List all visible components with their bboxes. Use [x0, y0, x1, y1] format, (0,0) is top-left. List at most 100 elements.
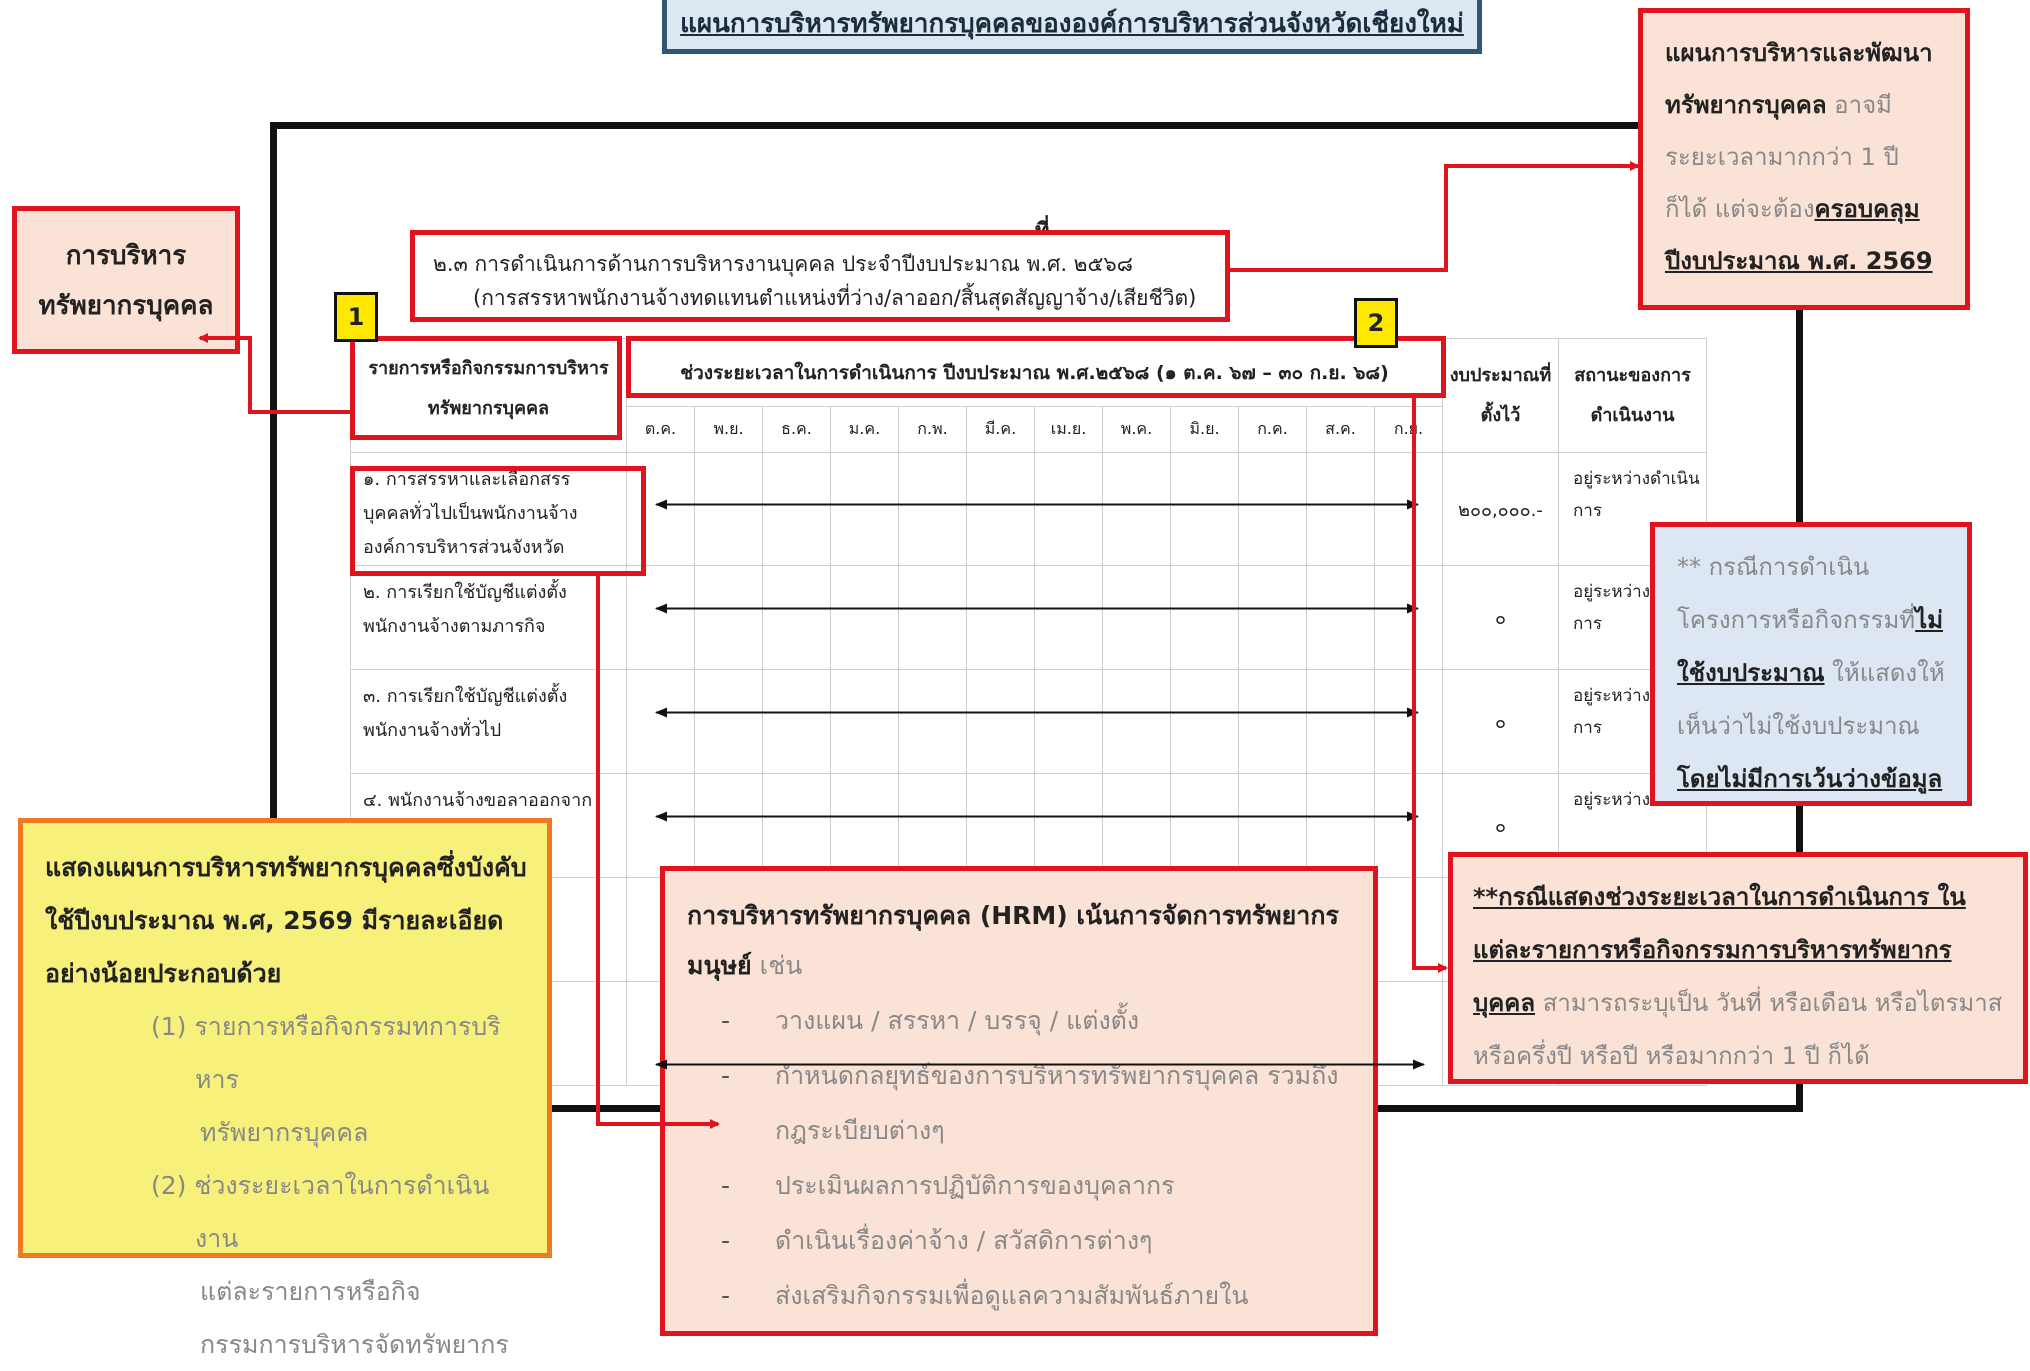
marker-2: 2	[1354, 298, 1398, 348]
month-cell	[898, 452, 967, 566]
section-header-line1: ๒.๓ การดำเนินการด้านการบริหารงานบุคคล ปร…	[433, 252, 1133, 276]
month-header: เม.ย.	[1034, 406, 1103, 453]
period-note-text: สามารถระบุเป็น วันที่ หรือเดือน หรือไตรม…	[1473, 989, 2003, 1070]
no-budget-note: ** กรณีการดำเนินโครงการหรือกิจกรรมที่ไม่…	[1650, 522, 1972, 806]
month-cell	[694, 565, 763, 670]
plan-summary-item-2: (2) ช่วงระยะเวลาในการดำเนินงาน	[151, 1171, 490, 1253]
hrm-focus-item: วางแผน / สรรหา / บรรจุ / แต่งตั้ง	[687, 993, 1353, 1048]
month-cell	[1306, 773, 1375, 878]
month-cell	[1374, 773, 1443, 878]
month-header: พ.ค.	[1102, 406, 1171, 453]
activity-cell: ๓. การเรียกใช้บัญชีแต่งตั้งพนักงานจ้างทั…	[350, 669, 627, 774]
top-title-box: แผนการบริหารทรัพยากรบุคคลขององค์การบริหา…	[662, 0, 1482, 54]
month-cell	[626, 565, 695, 670]
month-cell	[1238, 565, 1307, 670]
period-format-note: **กรณีแสดงช่วงระยะเวลาในการดำเนินการ ในแ…	[1448, 852, 2028, 1084]
month-cell	[1306, 565, 1375, 670]
hrm-focus-item: กำหนดกลยุทธ์ของการบริหารทรัพยากรบุคคล รว…	[687, 1048, 1353, 1158]
month-cell	[1374, 981, 1443, 1086]
activity-1-highlight	[350, 466, 646, 576]
hrm-focus-item: ส่งเสริมกิจกรรมเพื่อดูแลความสัมพันธ์ภายใ…	[687, 1268, 1353, 1323]
month-cell	[898, 773, 967, 878]
month-header: มิ.ย.	[1170, 406, 1239, 453]
month-cell	[762, 773, 831, 878]
month-cell	[1374, 565, 1443, 670]
no-budget-text1: ** กรณีการดำเนินโครงการหรือกิจกรรมที่	[1677, 553, 1916, 634]
month-cell	[1238, 773, 1307, 878]
month-cell	[898, 669, 967, 774]
month-cell	[626, 773, 695, 878]
month-header: ธ.ค.	[762, 406, 831, 453]
budget-cell: ๐	[1442, 669, 1559, 774]
month-cell	[830, 565, 899, 670]
hrm-focus-item: ประเมินผลการปฏิบัติการของบุคลากร	[687, 1158, 1353, 1213]
hrm-focus-box: การบริหารทรัพยากรบุคคล (HRM) เน้นการจัดก…	[660, 866, 1378, 1336]
month-cell	[1170, 452, 1239, 566]
plan-summary-lead: แสดงแผนการบริหารทรัพยากรบุคคลซึ่งบังคับใ…	[45, 853, 527, 988]
month-cell	[1238, 452, 1307, 566]
budget-cell: ๐	[1442, 565, 1559, 670]
hrm-focus-lead-tail: เช่น	[751, 951, 803, 980]
month-header: ก.ค.	[1238, 406, 1307, 453]
month-cell	[830, 669, 899, 774]
month-cell	[762, 669, 831, 774]
plan-summary-item-1-cont: ทรัพยากรบุคคล	[200, 1118, 369, 1147]
month-header: พ.ย.	[694, 406, 763, 453]
month-cell	[1102, 773, 1171, 878]
month-header: ก.ย.	[1374, 406, 1443, 453]
month-cell	[1374, 452, 1443, 566]
month-cell	[1306, 452, 1375, 566]
month-cell	[1034, 669, 1103, 774]
month-cell	[1374, 669, 1443, 774]
activity-header-highlight	[350, 336, 622, 440]
month-cell	[1170, 669, 1239, 774]
month-cell	[830, 773, 899, 878]
month-cell	[1034, 452, 1103, 566]
period-header-highlight	[626, 336, 1446, 398]
month-cell	[1102, 565, 1171, 670]
month-cell	[694, 452, 763, 566]
table-row: ๒. การเรียกใช้บัญชีแต่งตั้งพนักงานจ้างตา…	[350, 565, 1707, 670]
section-header-box: ๒.๓ การดำเนินการด้านการบริหารงานบุคคล ปร…	[410, 230, 1230, 322]
hrm-focus-item: ดำเนินเรื่องค่าจ้าง / สวัสดิการต่างๆ	[687, 1213, 1353, 1268]
month-cell	[694, 773, 763, 878]
month-cell	[966, 669, 1035, 774]
section-header-line2: (การสรรหาพนักงานจ้างทดแทนตำแหน่งที่ว่าง/…	[473, 286, 1197, 310]
month-cell	[1102, 669, 1171, 774]
hrm-management-label: การบริหารทรัพยากรบุคคล	[12, 206, 240, 354]
table-row: ๓. การเรียกใช้บัญชีแต่งตั้งพนักงานจ้างทั…	[350, 669, 1707, 774]
month-cell	[966, 565, 1035, 670]
budget-column-header: งบประมาณที่ตั้งไว้	[1442, 338, 1559, 453]
plan-summary-item-1: (1) รายการหรือกิจกรรมทการบริหาร	[151, 1012, 501, 1094]
month-cell	[1034, 773, 1103, 878]
month-header: ส.ค.	[1306, 406, 1375, 453]
no-budget-bold2: โดยไม่มีการเว้นว่างข้อมูล	[1677, 765, 1943, 793]
month-cell	[694, 669, 763, 774]
month-header: ก.พ.	[898, 406, 967, 453]
status-column-header: สถานะของการดำเนินงาน	[1558, 338, 1707, 453]
month-cell	[966, 773, 1035, 878]
plan-summary-box: แสดงแผนการบริหารทรัพยากรบุคคลซึ่งบังคับใ…	[18, 818, 552, 1359]
hrm-focus-list: วางแผน / สรรหา / บรรจุ / แต่งตั้งกำหนดกล…	[687, 993, 1353, 1323]
month-cell	[1374, 877, 1443, 982]
month-cell	[966, 452, 1035, 566]
marker-1: 1	[334, 292, 378, 342]
plan-summary-item-2-cont1: แต่ละรายการหรือกิจ	[200, 1277, 421, 1306]
month-cell	[1102, 452, 1171, 566]
month-cell	[1170, 773, 1239, 878]
month-cell	[1170, 565, 1239, 670]
plan-period-note: แผนการบริหารและพัฒนาทรัพยากรบุคคล อาจมีร…	[1638, 8, 1970, 310]
activity-cell: ๒. การเรียกใช้บัญชีแต่งตั้งพนักงานจ้างตา…	[350, 565, 627, 670]
month-cell	[1034, 565, 1103, 670]
month-cell	[1238, 669, 1307, 774]
top-title: แผนการบริหารทรัพยากรบุคคลขององค์การบริหา…	[680, 9, 1464, 39]
plan-period-bold: แผนการบริหารและพัฒนาทรัพยากรบุคคล	[1665, 39, 1933, 119]
month-header: มี.ค.	[966, 406, 1035, 453]
month-cell	[830, 452, 899, 566]
month-cell	[626, 669, 695, 774]
month-header: ต.ค.	[626, 406, 695, 453]
month-header: ม.ค.	[830, 406, 899, 453]
month-cell	[762, 452, 831, 566]
month-cell	[762, 565, 831, 670]
month-cell	[898, 565, 967, 670]
